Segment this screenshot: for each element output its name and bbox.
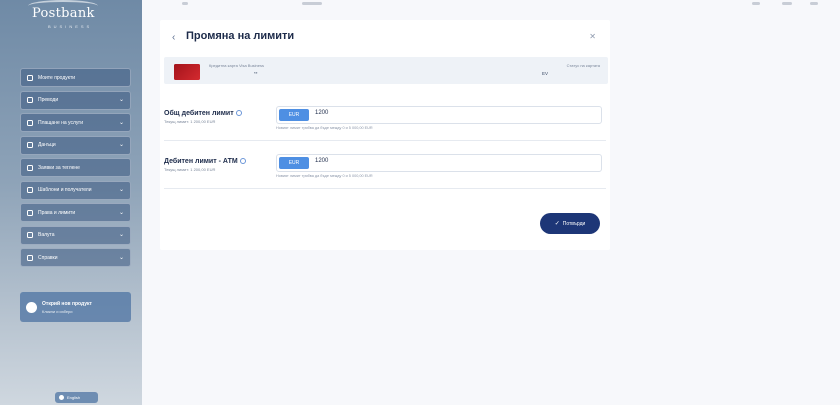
chevron-down-icon: ⌄	[118, 97, 124, 103]
sidebar-item-rights-limits[interactable]: Права и лимити ⌄	[20, 203, 131, 222]
globe-icon	[59, 395, 64, 400]
sidebar-item-transfers[interactable]: Преводи ⌄	[20, 90, 131, 110]
confirm-label: Потвърди	[562, 220, 586, 227]
limit-amount-field[interactable]: EUR 1200	[276, 106, 602, 124]
sidebar-item-label: Заявки за теглене	[38, 164, 80, 171]
sidebar-item-label: Данъци	[38, 142, 56, 148]
language-switch[interactable]: English	[55, 392, 98, 403]
top-bar-placeholder	[752, 2, 760, 5]
chevron-down-icon: ⌄	[118, 209, 124, 216]
divider	[164, 140, 606, 141]
current-limit: Текущ лимит: 1 200,00 EUR	[164, 167, 216, 172]
top-bar-placeholder	[810, 2, 818, 5]
limit-amount-input[interactable]: 1200	[315, 110, 328, 116]
card-status-value: EV	[541, 71, 548, 76]
limit-amount-field[interactable]: EUR 1200	[276, 154, 602, 172]
sidebar-item-label: Права и лимити	[38, 209, 76, 216]
chevron-down-icon: ⌄	[118, 119, 124, 126]
sidebar-item-label: Валута	[38, 232, 55, 238]
language-label: English	[67, 395, 81, 400]
card-summary: Кредитна карта Visa Business ** Статус н…	[164, 57, 608, 84]
sidebar-item-bill-payments[interactable]: Плащане на услуги ⌄	[20, 113, 131, 132]
top-bar-placeholder	[782, 2, 792, 5]
limit-label: Общ дебитен лимит	[164, 110, 242, 117]
logo-text: Postbank	[32, 6, 95, 21]
confirm-button[interactable]: ✓ Потвърди	[540, 213, 600, 234]
app-window: Postbank BUSINESS Моите продукти Преводи…	[0, 0, 840, 405]
template-icon	[27, 187, 33, 193]
promo-title: Открий нов продукт	[42, 300, 92, 307]
rocket-icon	[26, 301, 37, 313]
top-bar-placeholder	[302, 2, 322, 5]
limit-label-text: Дебитен лимит - АТМ	[164, 158, 238, 165]
new-product-promo[interactable]: Открий нов продукт Кликни и избери	[20, 292, 131, 322]
sidebar-item-label: Моите продукти	[38, 74, 76, 81]
sidebar-item-label: Шаблони и получатели	[38, 187, 92, 193]
info-icon[interactable]	[235, 110, 242, 117]
chevron-down-icon: ⌄	[118, 254, 124, 261]
limit-amount-input[interactable]: 1200	[315, 158, 328, 164]
currency-select[interactable]: EUR	[279, 157, 309, 169]
sidebar-item-taxes[interactable]: Данъци ⌄	[20, 135, 131, 155]
bulb-icon	[27, 119, 33, 126]
top-bar	[142, 0, 840, 12]
cash-icon	[27, 164, 33, 171]
card-name: Кредитна карта Visa Business	[209, 63, 265, 68]
wallet-icon	[27, 74, 33, 81]
sidebar-item-my-products[interactable]: Моите продукти	[20, 68, 131, 87]
sidebar-item-reports[interactable]: Справки ⌄	[20, 248, 131, 267]
report-icon	[27, 254, 33, 261]
document-icon	[27, 142, 33, 148]
sidebar-item-currency[interactable]: Валута ⌄	[20, 225, 131, 245]
limit-label-text: Общ дебитен лимит	[164, 110, 234, 117]
sidebar-item-withdrawal-requests[interactable]: Заявки за теглене	[20, 158, 131, 177]
back-icon[interactable]: ‹	[172, 32, 175, 43]
promo-subtitle: Кликни и избери	[42, 308, 73, 314]
logo[interactable]: Postbank BUSINESS	[32, 6, 95, 29]
limit-hint: Новият лимит трябва да бъде между 0 и 5 …	[276, 174, 373, 178]
divider	[164, 188, 606, 189]
card-number: **	[254, 71, 258, 76]
sidebar-nav: Моите продукти Преводи ⌄ Плащане на услу…	[20, 68, 131, 271]
key-icon	[27, 209, 33, 216]
sidebar-item-templates[interactable]: Шаблони и получатели ⌄	[20, 180, 131, 200]
check-icon: ✓	[554, 221, 560, 227]
card-image	[174, 64, 200, 80]
chevron-down-icon: ⌄	[118, 232, 124, 238]
limit-label: Дебитен лимит - АТМ	[164, 158, 246, 165]
sidebar-item-label: Преводи	[38, 97, 59, 103]
currency-select[interactable]: EUR	[279, 109, 309, 121]
top-bar-placeholder	[182, 2, 188, 5]
card-status-label: Статус на картата	[566, 63, 600, 68]
currency-icon	[27, 232, 33, 238]
current-limit: Текущ лимит: 1 200,00 EUR	[164, 119, 216, 124]
chevron-down-icon: ⌄	[118, 142, 124, 148]
chevron-down-icon: ⌄	[118, 187, 124, 193]
logo-subtitle: BUSINESS	[48, 24, 93, 29]
limit-hint: Новият лимит трябва да бъде между 0 и 5 …	[276, 126, 373, 130]
info-icon[interactable]	[239, 158, 246, 165]
dialog-title: Промяна на лимити	[186, 30, 295, 42]
close-icon[interactable]: ✕	[589, 32, 596, 41]
change-limits-dialog: ‹ Промяна на лимити ✕ Кредитна карта Vis…	[160, 20, 610, 250]
sidebar-item-label: Справки	[38, 254, 58, 261]
sidebar-item-label: Плащане на услуги	[38, 119, 84, 126]
sidebar: Postbank BUSINESS Моите продукти Преводи…	[0, 0, 142, 405]
transfer-icon	[27, 97, 33, 103]
